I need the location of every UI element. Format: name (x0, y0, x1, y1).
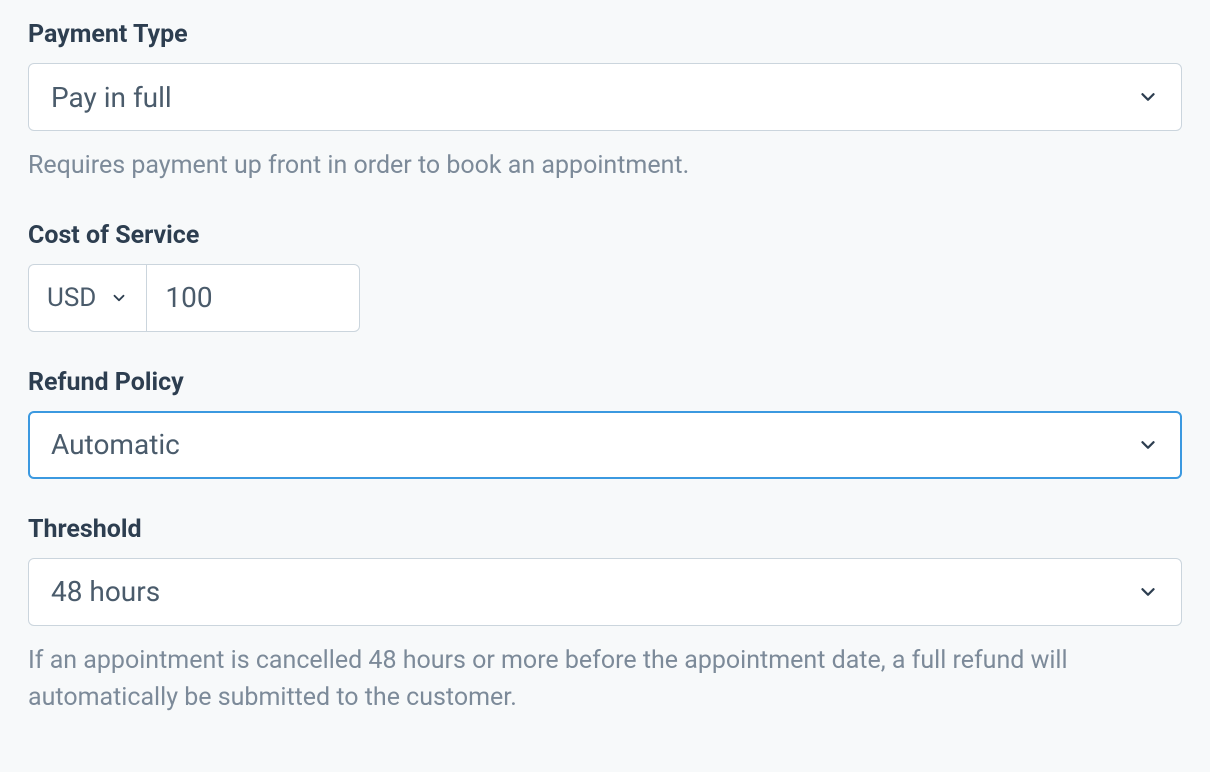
cost-row: USD (28, 264, 1182, 332)
threshold-helper: If an appointment is cancelled 48 hours … (28, 642, 1182, 717)
payment-type-value: Pay in full (51, 81, 172, 114)
chevron-down-icon (1137, 86, 1159, 108)
payment-type-label: Payment Type (28, 20, 1182, 49)
refund-policy-select[interactable]: Automatic (28, 411, 1182, 479)
refund-policy-value: Automatic (51, 428, 180, 461)
chevron-down-icon (110, 289, 128, 307)
threshold-label: Threshold (28, 515, 1182, 544)
payment-type-section: Payment Type Pay in full Requires paymen… (28, 20, 1182, 185)
refund-policy-section: Refund Policy Automatic (28, 368, 1182, 479)
chevron-down-icon (1137, 581, 1159, 603)
chevron-down-icon (1137, 434, 1159, 456)
payment-type-select[interactable]: Pay in full (28, 63, 1182, 131)
cost-of-service-label: Cost of Service (28, 221, 1182, 250)
payment-type-helper: Requires payment up front in order to bo… (28, 147, 1182, 185)
currency-value: USD (47, 283, 96, 313)
cost-of-service-section: Cost of Service USD (28, 221, 1182, 332)
threshold-select[interactable]: 48 hours (28, 558, 1182, 626)
currency-select[interactable]: USD (28, 264, 146, 332)
threshold-section: Threshold 48 hours If an appointment is … (28, 515, 1182, 717)
threshold-value: 48 hours (51, 575, 160, 608)
cost-amount-input[interactable] (146, 264, 360, 332)
refund-policy-label: Refund Policy (28, 368, 1182, 397)
